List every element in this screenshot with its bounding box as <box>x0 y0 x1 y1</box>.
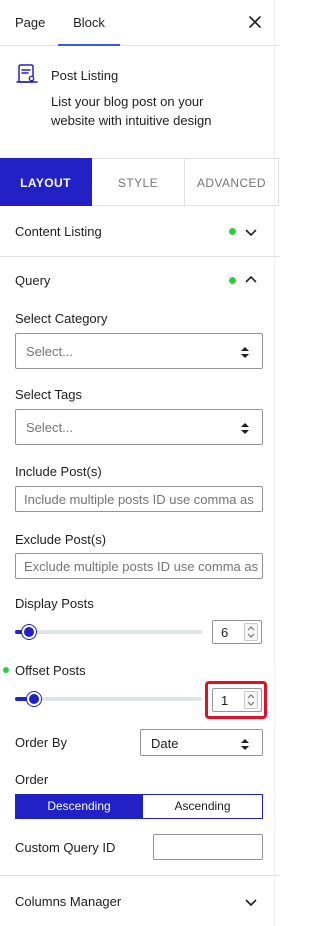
offset-posts-number[interactable]: 1 <box>212 688 262 712</box>
select-category-label: Select Category <box>15 311 108 326</box>
chevron-down-icon <box>244 225 258 239</box>
select-tags-dropdown[interactable]: Select... <box>15 409 263 445</box>
offset-posts-slider-thumb[interactable] <box>27 692 41 706</box>
settings-tabs: LAYOUT STYLE ADVANCED <box>0 158 279 206</box>
select-tags-label: Select Tags <box>15 387 82 402</box>
modified-indicator <box>3 667 9 673</box>
post-listing-icon <box>16 63 38 85</box>
order-by-label: Order By <box>15 735 68 750</box>
order-ascending-button[interactable]: Ascending <box>142 794 263 819</box>
section-label: Query <box>15 273 51 288</box>
close-icon[interactable] <box>246 13 264 31</box>
modified-indicator <box>229 277 236 284</box>
number-spinner[interactable] <box>244 691 258 709</box>
modified-indicator <box>229 228 236 235</box>
include-posts-placeholder: Include multiple posts ID use comma as <box>24 492 254 507</box>
order-label: Order <box>15 772 49 787</box>
chevron-down-icon <box>244 895 258 909</box>
include-posts-label: Include Post(s) <box>15 464 102 479</box>
offset-posts-slider[interactable] <box>15 697 202 701</box>
exclude-posts-input[interactable]: Exclude multiple posts ID use comma as <box>15 553 263 579</box>
section-content-listing[interactable]: Content Listing <box>0 207 279 257</box>
select-arrows-icon <box>241 346 249 358</box>
display-posts-slider-thumb[interactable] <box>22 625 36 639</box>
offset-posts-value: 1 <box>221 693 229 708</box>
order-descending-button[interactable]: Descending <box>15 794 143 819</box>
block-card: Post Listing List your blog post on your… <box>0 47 279 157</box>
block-title: Post Listing <box>51 68 119 83</box>
tab-advanced[interactable]: ADVANCED <box>185 158 279 206</box>
select-category-value: Select... <box>26 344 73 359</box>
include-posts-input[interactable]: Include multiple posts ID use comma as <box>15 486 263 512</box>
display-posts-number[interactable]: 6 <box>212 620 262 644</box>
tab-style[interactable]: STYLE <box>92 158 185 206</box>
section-query-header[interactable]: Query <box>0 258 279 303</box>
select-arrows-icon <box>241 738 249 750</box>
chevron-up-icon <box>244 273 258 287</box>
order-by-value: Date <box>151 736 179 751</box>
block-description: List your blog post on your website with… <box>51 94 212 128</box>
exclude-posts-placeholder: Exclude multiple posts ID use comma as <box>24 559 259 574</box>
tab-layout[interactable]: LAYOUT <box>0 158 92 206</box>
exclude-posts-label: Exclude Post(s) <box>15 532 107 547</box>
inspector-tabs: Page Block <box>0 0 279 46</box>
select-tags-value: Select... <box>26 420 73 435</box>
tab-page[interactable]: Page <box>15 0 45 46</box>
custom-query-id-label: Custom Query ID <box>15 840 116 855</box>
section-columns-manager[interactable]: Columns Manager <box>0 875 279 926</box>
order-by-dropdown[interactable]: Date <box>140 729 263 756</box>
section-label: Content Listing <box>15 224 102 239</box>
offset-posts-label: Offset Posts <box>15 663 86 678</box>
select-arrows-icon <box>241 422 249 434</box>
display-posts-value: 6 <box>221 625 229 640</box>
number-spinner[interactable] <box>244 623 258 641</box>
display-posts-label: Display Posts <box>15 596 94 611</box>
section-label: Columns Manager <box>15 894 122 909</box>
custom-query-id-input[interactable] <box>153 834 263 860</box>
select-category-dropdown[interactable]: Select... <box>15 333 263 369</box>
tab-block[interactable]: Block <box>58 0 120 46</box>
display-posts-slider[interactable] <box>15 630 202 634</box>
